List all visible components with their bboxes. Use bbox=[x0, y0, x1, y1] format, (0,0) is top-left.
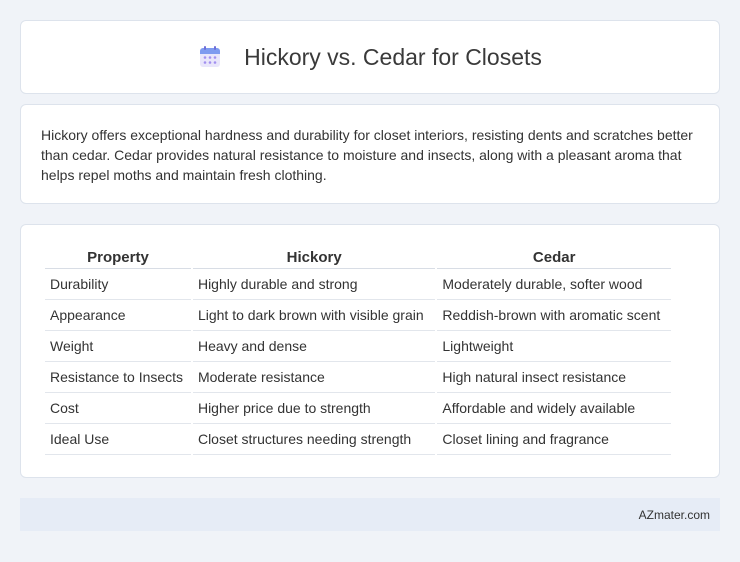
cell-property: Resistance to Insects bbox=[45, 362, 191, 393]
calendar-icon bbox=[198, 45, 222, 69]
header-hickory: Hickory bbox=[192, 247, 436, 269]
cell-hickory: Heavy and dense bbox=[192, 331, 436, 362]
table-header-row: Property Hickory Cedar bbox=[45, 247, 671, 269]
header-cedar: Cedar bbox=[437, 247, 671, 269]
comparison-table: Property Hickory Cedar Durability Highly… bbox=[43, 247, 673, 455]
cell-property: Cost bbox=[45, 393, 191, 424]
header-property: Property bbox=[45, 247, 191, 269]
title-card: Hickory vs. Cedar for Closets bbox=[20, 20, 720, 94]
cell-cedar: Lightweight bbox=[437, 331, 671, 362]
title-row: Hickory vs. Cedar for Closets bbox=[198, 44, 542, 71]
summary-card: Hickory offers exceptional hardness and … bbox=[20, 104, 720, 204]
table-row: Weight Heavy and dense Lightweight bbox=[45, 331, 671, 362]
table-row: Cost Higher price due to strength Afford… bbox=[45, 393, 671, 424]
cell-cedar: Reddish-brown with aromatic scent bbox=[437, 300, 671, 331]
cell-hickory: Closet structures needing strength bbox=[192, 424, 436, 455]
cell-cedar: Moderately durable, softer wood bbox=[437, 269, 671, 300]
cell-cedar: Affordable and widely available bbox=[437, 393, 671, 424]
cell-cedar: Closet lining and fragrance bbox=[437, 424, 671, 455]
cell-hickory: Moderate resistance bbox=[192, 362, 436, 393]
cell-property: Appearance bbox=[45, 300, 191, 331]
cell-property: Weight bbox=[45, 331, 191, 362]
cell-property: Ideal Use bbox=[45, 424, 191, 455]
footer-bar: AZmater.com bbox=[20, 498, 720, 531]
cell-property: Durability bbox=[45, 269, 191, 300]
cell-hickory: Light to dark brown with visible grain bbox=[192, 300, 436, 331]
table-row: Ideal Use Closet structures needing stre… bbox=[45, 424, 671, 455]
cell-cedar: High natural insect resistance bbox=[437, 362, 671, 393]
table-row: Appearance Light to dark brown with visi… bbox=[45, 300, 671, 331]
summary-text: Hickory offers exceptional hardness and … bbox=[41, 127, 693, 183]
footer-brand-link[interactable]: AZmater.com bbox=[639, 508, 710, 522]
page-title: Hickory vs. Cedar for Closets bbox=[244, 43, 542, 70]
table-row: Resistance to Insects Moderate resistanc… bbox=[45, 362, 671, 393]
cell-hickory: Higher price due to strength bbox=[192, 393, 436, 424]
table-row: Durability Highly durable and strong Mod… bbox=[45, 269, 671, 300]
comparison-card: Property Hickory Cedar Durability Highly… bbox=[20, 224, 720, 478]
cell-hickory: Highly durable and strong bbox=[192, 269, 436, 300]
